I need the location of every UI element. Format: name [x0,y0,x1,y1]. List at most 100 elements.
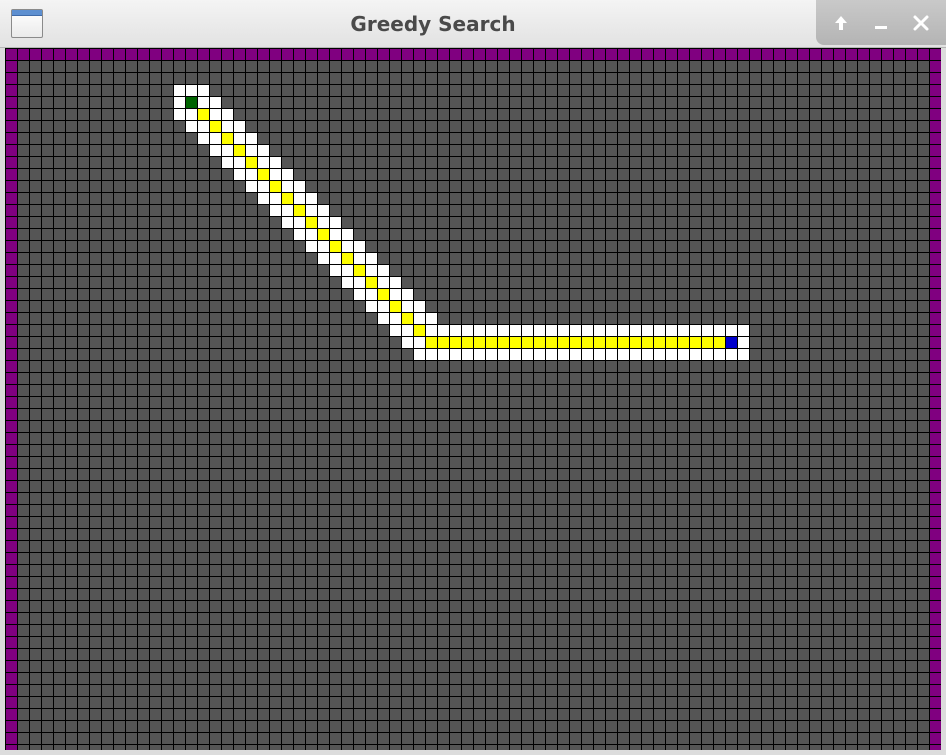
empty-cell[interactable] [558,241,569,252]
empty-cell[interactable] [246,577,257,588]
empty-cell[interactable] [714,553,725,564]
empty-cell[interactable] [582,85,593,96]
empty-cell[interactable] [534,553,545,564]
empty-cell[interactable] [666,625,677,636]
empty-cell[interactable] [138,673,149,684]
empty-cell[interactable] [474,673,485,684]
empty-cell[interactable] [342,193,353,204]
empty-cell[interactable] [246,421,257,432]
empty-cell[interactable] [750,745,761,755]
empty-cell[interactable] [438,217,449,228]
empty-cell[interactable] [366,661,377,672]
empty-cell[interactable] [786,697,797,708]
empty-cell[interactable] [558,505,569,516]
empty-cell[interactable] [726,205,737,216]
visited-cell[interactable] [462,325,473,336]
wall-cell[interactable] [6,157,17,168]
empty-cell[interactable] [234,253,245,264]
empty-cell[interactable] [534,493,545,504]
empty-cell[interactable] [210,229,221,240]
empty-cell[interactable] [498,469,509,480]
empty-cell[interactable] [114,397,125,408]
wall-cell[interactable] [930,697,941,708]
empty-cell[interactable] [30,241,41,252]
empty-cell[interactable] [534,457,545,468]
empty-cell[interactable] [774,601,785,612]
empty-cell[interactable] [162,661,173,672]
empty-cell[interactable] [858,529,869,540]
empty-cell[interactable] [66,721,77,732]
wall-cell[interactable] [6,565,17,576]
empty-cell[interactable] [762,133,773,144]
empty-cell[interactable] [642,457,653,468]
empty-cell[interactable] [558,529,569,540]
empty-cell[interactable] [690,61,701,72]
empty-cell[interactable] [450,457,461,468]
empty-cell[interactable] [282,397,293,408]
empty-cell[interactable] [54,733,65,744]
empty-cell[interactable] [66,325,77,336]
empty-cell[interactable] [726,397,737,408]
empty-cell[interactable] [438,73,449,84]
visited-cell[interactable] [690,325,701,336]
empty-cell[interactable] [762,169,773,180]
empty-cell[interactable] [330,433,341,444]
empty-cell[interactable] [402,397,413,408]
empty-cell[interactable] [510,313,521,324]
empty-cell[interactable] [306,517,317,528]
empty-cell[interactable] [822,181,833,192]
empty-cell[interactable] [66,529,77,540]
empty-cell[interactable] [258,217,269,228]
empty-cell[interactable] [786,253,797,264]
empty-cell[interactable] [630,625,641,636]
empty-cell[interactable] [582,205,593,216]
empty-cell[interactable] [462,577,473,588]
wall-cell[interactable] [6,385,17,396]
empty-cell[interactable] [522,565,533,576]
empty-cell[interactable] [342,205,353,216]
empty-cell[interactable] [90,325,101,336]
empty-cell[interactable] [246,97,257,108]
empty-cell[interactable] [582,433,593,444]
empty-cell[interactable] [558,409,569,420]
empty-cell[interactable] [330,637,341,648]
empty-cell[interactable] [138,241,149,252]
empty-cell[interactable] [690,409,701,420]
empty-cell[interactable] [654,493,665,504]
empty-cell[interactable] [510,385,521,396]
empty-cell[interactable] [690,685,701,696]
wall-cell[interactable] [930,661,941,672]
empty-cell[interactable] [342,637,353,648]
empty-cell[interactable] [450,661,461,672]
empty-cell[interactable] [546,601,557,612]
empty-cell[interactable] [798,553,809,564]
empty-cell[interactable] [786,373,797,384]
empty-cell[interactable] [102,613,113,624]
empty-cell[interactable] [522,481,533,492]
empty-cell[interactable] [186,697,197,708]
visited-cell[interactable] [174,97,185,108]
empty-cell[interactable] [126,673,137,684]
empty-cell[interactable] [546,277,557,288]
path-cell[interactable] [486,337,497,348]
empty-cell[interactable] [186,529,197,540]
empty-cell[interactable] [354,85,365,96]
empty-cell[interactable] [486,613,497,624]
empty-cell[interactable] [402,637,413,648]
empty-cell[interactable] [210,601,221,612]
wall-cell[interactable] [78,49,89,60]
empty-cell[interactable] [714,601,725,612]
wall-cell[interactable] [6,529,17,540]
empty-cell[interactable] [546,661,557,672]
empty-cell[interactable] [630,673,641,684]
empty-cell[interactable] [894,469,905,480]
empty-cell[interactable] [678,649,689,660]
empty-cell[interactable] [186,673,197,684]
empty-cell[interactable] [882,577,893,588]
empty-cell[interactable] [534,193,545,204]
empty-cell[interactable] [138,481,149,492]
empty-cell[interactable] [414,121,425,132]
empty-cell[interactable] [294,697,305,708]
empty-cell[interactable] [354,133,365,144]
empty-cell[interactable] [714,361,725,372]
